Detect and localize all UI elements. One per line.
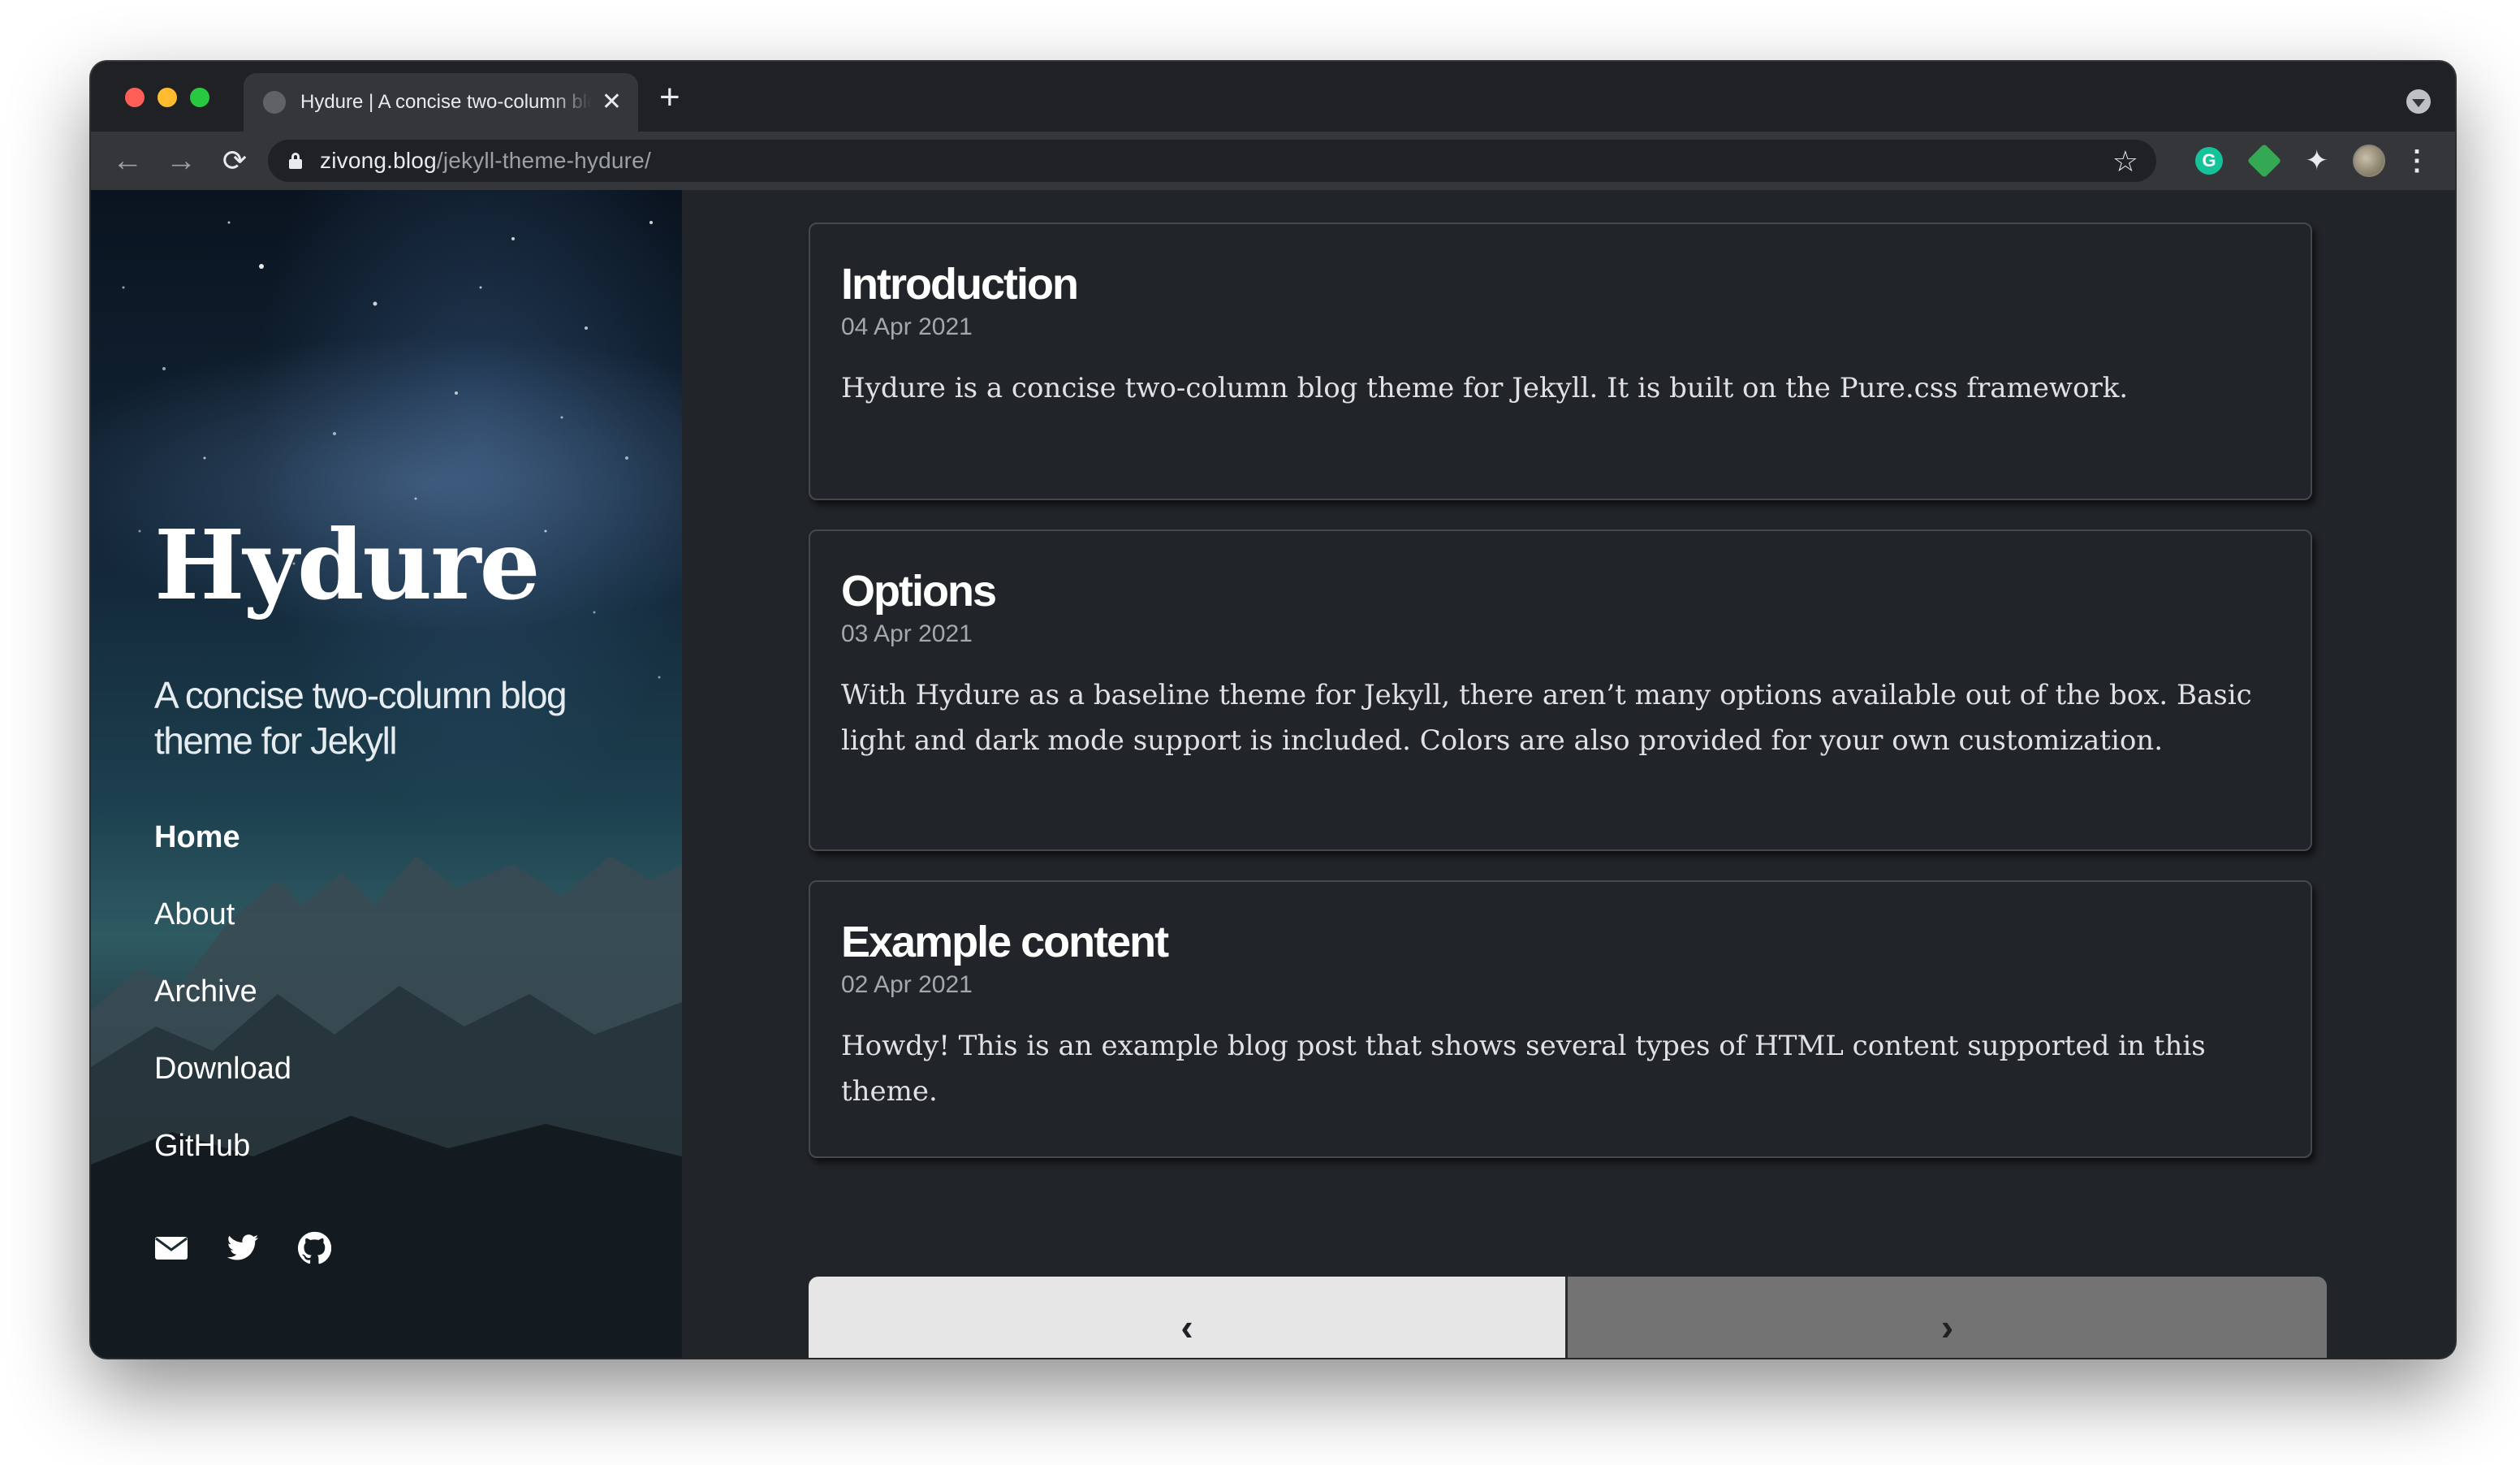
browser-window: Hydure | A concise two-column blog theme… bbox=[91, 62, 2455, 1358]
social-links bbox=[154, 1231, 332, 1265]
github-icon[interactable] bbox=[297, 1231, 332, 1265]
profile-avatar[interactable] bbox=[2353, 132, 2385, 190]
extension-diamond[interactable] bbox=[2246, 132, 2282, 190]
grammarly-extension[interactable]: G bbox=[2195, 132, 2223, 190]
next-page-button[interactable]: › bbox=[1568, 1277, 2327, 1358]
browser-menu-icon[interactable]: ⋮ bbox=[2403, 132, 2431, 190]
globe-icon bbox=[263, 91, 286, 114]
url-host: zivong.blog bbox=[320, 148, 437, 173]
post-date: 04 Apr 2021 bbox=[841, 313, 973, 340]
url-path: /jekyll-theme-hydure/ bbox=[436, 148, 651, 173]
bookmark-star-icon[interactable]: ☆ bbox=[2112, 145, 2138, 179]
pagination: ‹ › bbox=[809, 1277, 2327, 1358]
post-card: Example content 02 Apr 2021 Howdy! This … bbox=[809, 880, 2312, 1158]
post-title[interactable]: Introduction bbox=[841, 257, 2280, 312]
nav-item-github[interactable]: GitHub bbox=[154, 1124, 291, 1201]
sidebar: Hydure A concise two-column blog theme f… bbox=[91, 190, 682, 1358]
chevron-left-icon: ‹ bbox=[1180, 1306, 1193, 1348]
new-tab-button[interactable]: + bbox=[659, 80, 680, 115]
address-bar[interactable]: zivong.blog/jekyll-theme-hydure/ ☆ bbox=[268, 140, 2156, 182]
post-excerpt: Howdy! This is an example blog post that… bbox=[841, 1030, 2206, 1108]
site-tagline: A concise two-column blog theme for Jeky… bbox=[154, 674, 567, 762]
nav-item-home[interactable]: Home bbox=[154, 815, 291, 892]
twitter-icon[interactable] bbox=[226, 1231, 260, 1265]
tab-search-icon[interactable] bbox=[2406, 89, 2431, 114]
close-window-button[interactable] bbox=[125, 88, 145, 107]
envelope-icon[interactable] bbox=[154, 1231, 188, 1265]
nav-item-archive[interactable]: Archive bbox=[154, 970, 291, 1047]
extensions-puzzle-icon[interactable]: ✦ bbox=[2306, 132, 2329, 190]
site-nav: Home About Archive Download GitHub bbox=[154, 815, 291, 1201]
lock-icon[interactable] bbox=[289, 153, 302, 169]
back-button[interactable]: ← bbox=[101, 145, 154, 176]
site-title[interactable]: Hydure bbox=[154, 508, 541, 621]
avatar bbox=[2353, 145, 2385, 177]
post-card: Introduction 04 Apr 2021 Hydure is a con… bbox=[809, 223, 2312, 500]
reload-button[interactable]: ⟳ bbox=[208, 146, 261, 175]
url-text[interactable]: zivong.blog/jekyll-theme-hydure/ bbox=[320, 148, 651, 174]
post-date: 03 Apr 2021 bbox=[841, 620, 973, 647]
web-page: Hydure A concise two-column blog theme f… bbox=[91, 190, 2455, 1358]
tab-strip: Hydure | A concise two-column blog theme… bbox=[91, 62, 2455, 132]
close-tab-icon[interactable]: ✕ bbox=[602, 90, 622, 115]
diamond-icon bbox=[2246, 143, 2282, 179]
post-title[interactable]: Options bbox=[841, 564, 2280, 619]
nav-item-about[interactable]: About bbox=[154, 892, 291, 970]
post-excerpt: With Hydure as a baseline theme for Jeky… bbox=[841, 679, 2252, 757]
chevron-right-icon: › bbox=[1940, 1306, 1954, 1348]
browser-toolbar: ← → ⟳ zivong.blog/jekyll-theme-hydure/ ☆ bbox=[91, 132, 2455, 190]
grammarly-icon: G bbox=[2195, 147, 2223, 175]
active-tab[interactable]: Hydure | A concise two-column blog theme… bbox=[244, 73, 638, 132]
post-title[interactable]: Example content bbox=[841, 914, 2280, 970]
tab-title: Hydure | A concise two-column blog theme… bbox=[300, 91, 592, 113]
maximize-window-button[interactable] bbox=[190, 88, 209, 107]
previous-page-button[interactable]: ‹ bbox=[809, 1277, 1568, 1358]
post-card: Options 03 Apr 2021 With Hydure as a bas… bbox=[809, 529, 2312, 851]
post-excerpt: Hydure is a concise two-column blog them… bbox=[841, 372, 2129, 404]
minimize-window-button[interactable] bbox=[158, 88, 177, 107]
nav-item-download[interactable]: Download bbox=[154, 1047, 291, 1124]
window-controls bbox=[125, 88, 209, 107]
forward-button[interactable]: → bbox=[154, 145, 208, 176]
post-date: 02 Apr 2021 bbox=[841, 971, 973, 998]
